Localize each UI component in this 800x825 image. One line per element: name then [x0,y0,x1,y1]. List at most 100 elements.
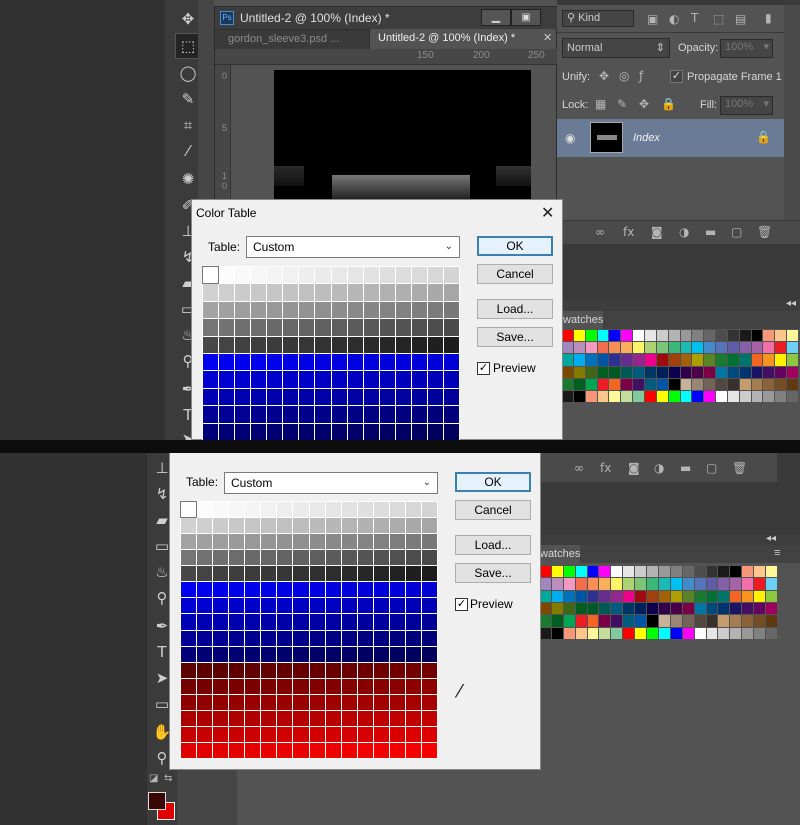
color-table-cell[interactable] [315,267,331,284]
color-table-cell[interactable] [251,319,267,336]
swatch[interactable] [716,390,727,402]
swatch[interactable] [597,342,609,354]
swatch[interactable] [623,566,635,578]
swatch[interactable] [563,615,575,627]
color-table-cell[interactable] [293,550,309,566]
swatch[interactable] [609,390,621,402]
color-table-cell[interactable] [405,710,421,726]
color-table-cell[interactable] [299,353,315,371]
swatch[interactable] [647,590,658,602]
color-table-cell[interactable] [331,267,347,284]
color-table-cell[interactable] [347,353,363,371]
color-table-cell[interactable] [293,630,309,646]
color-table-cell[interactable] [181,598,197,614]
swatch[interactable] [716,330,727,342]
swatch[interactable] [587,566,599,578]
color-table-cell[interactable] [245,662,261,678]
color-table-cell[interactable] [405,742,421,758]
color-table-cell[interactable] [261,694,277,710]
color-table-cell[interactable] [331,423,347,440]
color-table-cell[interactable] [203,336,219,353]
color-table-cell[interactable] [373,614,389,630]
color-table-cell[interactable] [267,406,283,423]
color-table-cell[interactable] [389,598,405,614]
color-table-cell[interactable] [405,646,421,662]
color-table-cell[interactable] [179,500,198,519]
color-table-cell[interactable] [405,694,421,710]
swatch[interactable] [611,615,623,627]
swatch[interactable] [704,366,716,378]
color-table-cell[interactable] [197,582,213,598]
swatch[interactable] [682,627,694,639]
color-table-cell[interactable] [229,694,245,710]
color-table-cell[interactable] [219,284,235,301]
swatch[interactable] [573,354,585,366]
color-table-cell[interactable] [443,423,459,440]
color-table-cell[interactable] [277,598,293,614]
swatch[interactable] [597,390,609,402]
swatch[interactable] [597,330,609,342]
color-table-cell[interactable] [405,566,421,582]
color-table-cell[interactable] [395,406,411,423]
color-table-cell[interactable] [197,502,213,518]
color-table-cell[interactable] [293,518,309,534]
color-table-cell[interactable] [251,406,267,423]
color-table-cell[interactable] [389,614,405,630]
load-button[interactable]: Load... [455,535,531,555]
color-table-cell[interactable] [427,267,443,284]
color-table-cell[interactable] [251,267,267,284]
color-table-cell[interactable] [181,534,197,550]
color-table-cell[interactable] [341,646,357,662]
color-table-cell[interactable] [389,534,405,550]
color-table-cell[interactable] [347,284,363,301]
color-table-cell[interactable] [245,710,261,726]
color-table-cell[interactable] [405,662,421,678]
color-table-cell[interactable] [341,742,357,758]
color-table-cell[interactable] [411,423,427,440]
color-table-cell[interactable] [331,388,347,406]
color-table-cell[interactable] [373,518,389,534]
swatch[interactable] [718,602,730,615]
color-table-cell[interactable] [245,518,261,534]
swatch[interactable] [599,627,611,639]
maximize-button[interactable]: ▣ [511,9,541,26]
color-table-cell[interactable] [427,371,443,388]
color-table-cell[interactable] [389,502,405,518]
swatch[interactable] [587,590,599,602]
color-table-cell[interactable] [293,502,309,518]
color-table-cell[interactable] [261,582,277,598]
folder-icon[interactable]: ▬ [705,225,716,239]
color-table-cell[interactable] [373,742,389,758]
swatch[interactable] [739,330,751,342]
color-table-cell[interactable] [379,284,395,301]
table-select[interactable]: Custom ⌄ [246,236,460,258]
swatch[interactable] [633,354,644,366]
color-table-cell[interactable] [357,742,373,758]
color-table-cell[interactable] [219,388,235,406]
swatch[interactable] [597,366,609,378]
color-table-cell[interactable] [229,502,245,518]
swatch[interactable] [656,330,668,342]
color-table-cell[interactable] [203,284,219,301]
unify-position-icon[interactable]: ✥ [599,69,609,83]
color-table-cell[interactable] [405,518,421,534]
swatches-tab[interactable]: watches [540,545,580,563]
color-table-cell[interactable] [363,353,379,371]
color-table-cell[interactable] [347,336,363,353]
color-table-cell[interactable] [299,371,315,388]
color-table-cell[interactable] [315,284,331,301]
color-table-cell[interactable] [309,534,325,550]
color-table-cell[interactable] [389,518,405,534]
color-table-cell[interactable] [379,388,395,406]
swatch[interactable] [563,590,575,602]
color-table-cell[interactable] [277,614,293,630]
swatch[interactable] [787,342,798,354]
color-table-cell[interactable] [181,694,197,710]
color-table-cell[interactable] [219,423,235,440]
swatch[interactable] [716,378,727,390]
color-table-cell[interactable] [309,502,325,518]
swatch[interactable] [682,578,694,590]
link-icon[interactable]: ∞ [574,461,584,475]
color-table-cell[interactable] [389,550,405,566]
color-table-cell[interactable] [309,518,325,534]
